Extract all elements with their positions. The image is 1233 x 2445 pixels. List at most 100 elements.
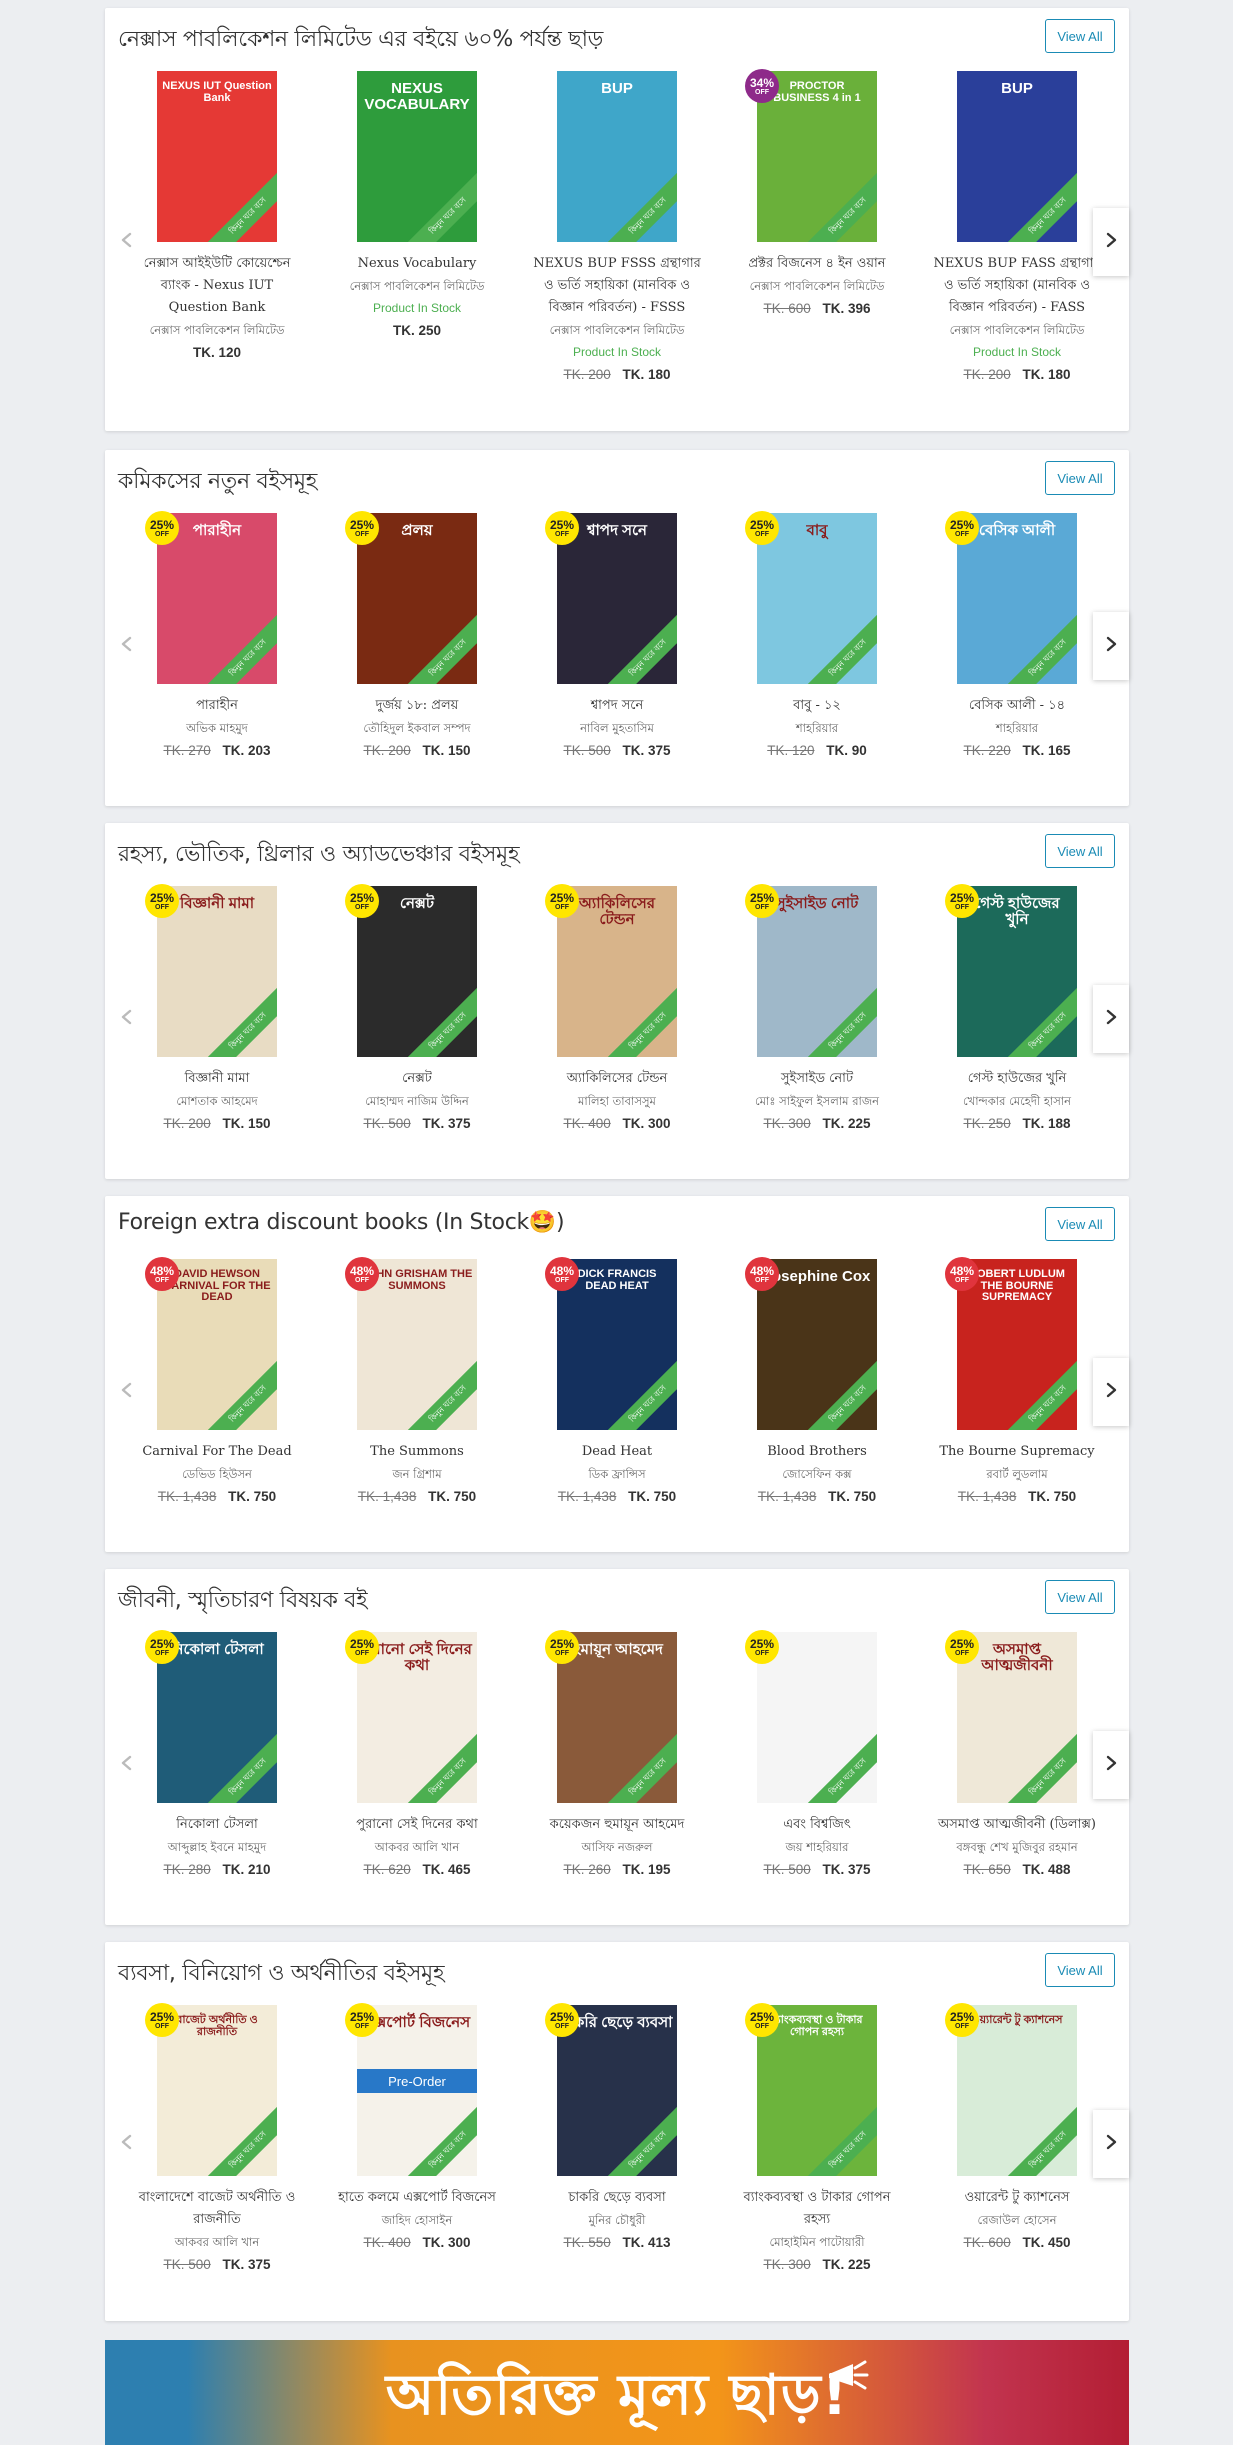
book-title[interactable]: সুইসাইড নোট bbox=[717, 1068, 917, 1090]
book-author[interactable]: শাহরিয়ার bbox=[917, 717, 1117, 739]
book-title[interactable]: অসমাপ্ত আত্মজীবনী (ডিলাক্স) bbox=[917, 1814, 1117, 1836]
extra-discount-banner[interactable]: অতিরিক্ত মূল্য ছাড়! bbox=[105, 2340, 1129, 2445]
book-author[interactable]: বঙ্গবন্ধু শেখ মুজিবুর রহমান bbox=[917, 1836, 1117, 1858]
book-author[interactable]: জন গ্রিশাম bbox=[317, 1463, 517, 1485]
book-cover-image[interactable]: BUP কিনুন ঘরে বসে bbox=[957, 71, 1077, 242]
book-author[interactable]: মোহাম্মদ নাজিম উদ্দিন bbox=[317, 1090, 517, 1112]
book-cover-image[interactable]: BUP কিনুন ঘরে বসে bbox=[557, 71, 677, 242]
book-author[interactable]: আকবর আলি খান bbox=[117, 2231, 317, 2253]
book-title[interactable]: চাকরি ছেড়ে ব্যবসা bbox=[517, 2187, 717, 2209]
view-all-button[interactable]: View All bbox=[1045, 1207, 1115, 1241]
book-author[interactable]: আসিফ নজরুল bbox=[517, 1836, 717, 1858]
old-price: TK. 550 bbox=[563, 2235, 611, 2250]
book-title[interactable]: ওয়ারেন্ট টু ক্যাশনেস bbox=[917, 2187, 1117, 2209]
book-title[interactable]: নেক্সাস আইইউটি কোয়েশ্চেন ব্যাংক - Nexus… bbox=[117, 253, 317, 319]
old-price: TK. 1,438 bbox=[357, 1489, 417, 1504]
discount-badge: 25% OFF bbox=[745, 511, 779, 545]
discount-badge: 25% OFF bbox=[345, 2003, 379, 2037]
carousel-next-button[interactable] bbox=[1093, 2110, 1129, 2178]
book-author[interactable]: আকবর আলি খান bbox=[317, 1836, 517, 1858]
book-title[interactable]: The Bourne Supremacy bbox=[917, 1441, 1117, 1463]
book-title[interactable]: নিকোলা টেসলা bbox=[117, 1814, 317, 1836]
book-title[interactable]: Carnival For The Dead bbox=[117, 1441, 317, 1463]
carousel-next-button[interactable] bbox=[1093, 612, 1129, 680]
book-author[interactable]: অভিক মাহমুদ bbox=[117, 717, 317, 739]
book-title[interactable]: পারাহীন bbox=[117, 695, 317, 717]
book-section: Foreign extra discount books (In Stock🤩)… bbox=[105, 1196, 1129, 1552]
new-price: TK. 225 bbox=[822, 1116, 871, 1131]
book-author[interactable]: খোন্দকার মেহেদী হাসান bbox=[917, 1090, 1117, 1112]
book-author[interactable]: রবার্ট লুডলাম bbox=[917, 1463, 1117, 1485]
book-title[interactable]: বাংলাদেশে বাজেট অর্থনীতি ও রাজনীতি bbox=[117, 2187, 317, 2231]
book-title[interactable]: NEXUS BUP FASS গ্রন্থাগার ও ভর্তি সহায়ি… bbox=[917, 253, 1117, 319]
book-author[interactable]: মুনির চৌধুরী bbox=[517, 2209, 717, 2231]
carousel-prev-button[interactable] bbox=[109, 208, 145, 276]
book-section: কমিকসের নতুন বইসমূহ View All পারাহীন কিন… bbox=[105, 450, 1129, 806]
book-title[interactable]: দুর্জয় ১৮: প্রলয় bbox=[317, 695, 517, 717]
book-title[interactable]: গেস্ট হাউজের খুনি bbox=[917, 1068, 1117, 1090]
book-title[interactable]: The Summons bbox=[317, 1441, 517, 1463]
book-title[interactable]: Blood Brothers bbox=[717, 1441, 917, 1463]
new-price: TK. 750 bbox=[628, 1489, 677, 1504]
carousel-next-button[interactable] bbox=[1093, 208, 1129, 276]
book-title[interactable]: কয়েকজন হুমায়ূন আহমেদ bbox=[517, 1814, 717, 1836]
book-title[interactable]: বিজ্ঞানী মামা bbox=[117, 1068, 317, 1090]
discount-badge: 25% OFF bbox=[545, 1630, 579, 1664]
book-author[interactable]: জয় শাহরিয়ার bbox=[717, 1836, 917, 1858]
view-all-button[interactable]: View All bbox=[1045, 834, 1115, 868]
book-title[interactable]: বেসিক আলী - ১৪ bbox=[917, 695, 1117, 717]
price-row: TK. 200 TK. 180 bbox=[517, 364, 717, 386]
book-title[interactable]: এবং বিশ্বজিৎ bbox=[717, 1814, 917, 1836]
book-title[interactable]: Dead Heat bbox=[517, 1441, 717, 1463]
view-all-button[interactable]: View All bbox=[1045, 19, 1115, 53]
book-author[interactable]: নেক্সাস পাবলিকেশন লিমিটেড bbox=[317, 275, 517, 297]
book-author[interactable]: জোসেফিন কক্স bbox=[717, 1463, 917, 1485]
book-title[interactable]: বাবু - ১২ bbox=[717, 695, 917, 717]
old-price: TK. 220 bbox=[963, 743, 1011, 758]
discount-badge: 34% OFF bbox=[745, 69, 779, 103]
book-title[interactable]: Nexus Vocabulary bbox=[317, 253, 517, 275]
book-author[interactable]: মোঃ সাইফুল ইসলাম রাজন bbox=[717, 1090, 917, 1112]
carousel-prev-button[interactable] bbox=[109, 1731, 145, 1799]
book-author[interactable]: মোশতাক আহমেদ bbox=[117, 1090, 317, 1112]
book-author[interactable]: তৌহিদুল ইকবাল সম্পদ bbox=[317, 717, 517, 739]
book-cover-image[interactable]: NEXUS VOCABULARY কিনুন ঘরে বসে bbox=[357, 71, 477, 242]
book-author[interactable]: শাহরিয়ার bbox=[717, 717, 917, 739]
book-author[interactable]: মোহাইমিন পাটোয়ারী bbox=[717, 2231, 917, 2253]
book-title[interactable]: শ্বাপদ সনে bbox=[517, 695, 717, 717]
new-price: TK. 750 bbox=[1028, 1489, 1077, 1504]
book-title[interactable]: প্রক্টর বিজনেস ৪ ইন ওয়ান bbox=[717, 253, 917, 275]
carousel-prev-button[interactable] bbox=[109, 612, 145, 680]
book-title[interactable]: নেক্সট bbox=[317, 1068, 517, 1090]
old-price: TK. 120 bbox=[767, 743, 815, 758]
book-cover-image[interactable]: NEXUS IUT Question Bank কিনুন ঘরে বসে bbox=[157, 71, 277, 242]
book-author[interactable]: নেক্সাস পাবলিকেশন লিমিটেড bbox=[717, 275, 917, 297]
stock-status: Product In Stock bbox=[972, 345, 1062, 359]
carousel-next-button[interactable] bbox=[1093, 985, 1129, 1053]
book-title[interactable]: অ্যাকিলিসের টেন্ডন bbox=[517, 1068, 717, 1090]
view-all-button[interactable]: View All bbox=[1045, 1953, 1115, 1987]
chevron-left-icon bbox=[118, 2133, 136, 2155]
carousel-next-button[interactable] bbox=[1093, 1731, 1129, 1799]
carousel-prev-button[interactable] bbox=[109, 985, 145, 1053]
price-row: TK. 120 bbox=[117, 342, 317, 364]
book-title[interactable]: পুরানো সেই দিনের কথা bbox=[317, 1814, 517, 1836]
book-title[interactable]: হাতে কলমে এক্সপোর্ট বিজনেস bbox=[317, 2187, 517, 2209]
book-author[interactable]: নেক্সাস পাবলিকেশন লিমিটেড bbox=[117, 319, 317, 341]
book-author[interactable]: নেক্সাস পাবলিকেশন লিমিটেড bbox=[517, 319, 717, 341]
view-all-button[interactable]: View All bbox=[1045, 461, 1115, 495]
carousel-prev-button[interactable] bbox=[109, 1358, 145, 1426]
book-author[interactable]: ডিক ফ্রান্সিস bbox=[517, 1463, 717, 1485]
book-author[interactable]: মালিহা তাবাসসুম bbox=[517, 1090, 717, 1112]
book-author[interactable]: জাহিদ হোসাইন bbox=[317, 2209, 517, 2231]
carousel-next-button[interactable] bbox=[1093, 1358, 1129, 1426]
book-author[interactable]: নাবিল মুহতাসিম bbox=[517, 717, 717, 739]
book-author[interactable]: নেক্সাস পাবলিকেশন লিমিটেড bbox=[917, 319, 1117, 341]
carousel-prev-button[interactable] bbox=[109, 2110, 145, 2178]
book-title[interactable]: ব্যাংকব্যবস্থা ও টাকার গোপন রহস্য bbox=[717, 2187, 917, 2231]
book-title[interactable]: NEXUS BUP FSSS গ্রন্থাগার ও ভর্তি সহায়ি… bbox=[517, 253, 717, 319]
book-author[interactable]: রেজাউল হোসেন bbox=[917, 2209, 1117, 2231]
book-author[interactable]: আব্দুল্লাহ ইবনে মাহমুদ bbox=[117, 1836, 317, 1858]
book-author[interactable]: ডেভিড হিউসন bbox=[117, 1463, 317, 1485]
view-all-button[interactable]: View All bbox=[1045, 1580, 1115, 1614]
